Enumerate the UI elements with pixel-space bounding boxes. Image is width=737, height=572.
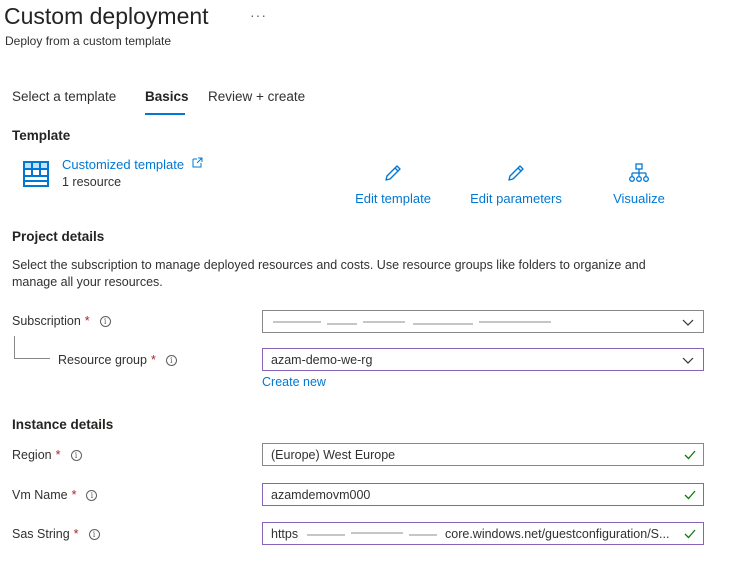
chevron-down-icon bbox=[682, 319, 694, 326]
required-marker: * bbox=[55, 448, 61, 462]
customized-template-link[interactable]: Customized template bbox=[62, 156, 203, 174]
instance-details-title: Instance details bbox=[12, 417, 114, 432]
resource-group-value: azam-demo-we-rg bbox=[271, 353, 373, 367]
required-marker: * bbox=[71, 488, 77, 502]
resource-group-dropdown[interactable]: azam-demo-we-rg bbox=[262, 348, 704, 371]
required-marker: * bbox=[150, 353, 156, 367]
sas-string-label: Sas String bbox=[12, 527, 70, 541]
checkmark-icon bbox=[684, 450, 696, 460]
tab-basics[interactable]: Basics bbox=[145, 89, 189, 104]
resource-group-label: Resource group bbox=[58, 353, 147, 367]
subscription-label-row: Subscription * i bbox=[12, 314, 111, 328]
sas-string-suffix: core.windows.net/guestconfiguration/S... bbox=[445, 527, 670, 541]
pencil-icon bbox=[385, 165, 401, 181]
redacted-text bbox=[351, 532, 403, 534]
tab-select-template[interactable]: Select a template bbox=[12, 89, 116, 104]
more-options-icon[interactable]: ··· bbox=[250, 7, 267, 23]
vm-name-label: Vm Name bbox=[12, 488, 68, 502]
info-icon[interactable]: i bbox=[86, 490, 98, 501]
vm-name-value: azamdemovm000 bbox=[271, 488, 371, 502]
subscription-label: Subscription bbox=[12, 314, 81, 328]
tab-review-create[interactable]: Review + create bbox=[208, 89, 305, 104]
active-tab-indicator bbox=[145, 113, 185, 115]
required-marker: * bbox=[84, 314, 90, 328]
page-title: Custom deployment bbox=[4, 3, 209, 29]
region-dropdown[interactable]: (Europe) West Europe bbox=[262, 443, 704, 466]
redacted-text bbox=[327, 323, 357, 325]
customized-template-label[interactable]: Customized template bbox=[62, 157, 184, 172]
redacted-text bbox=[409, 534, 437, 536]
vm-name-label-row: Vm Name * i bbox=[12, 488, 98, 502]
edit-parameters-button[interactable]: Edit parameters bbox=[470, 162, 562, 206]
sas-string-prefix: https bbox=[271, 527, 299, 541]
template-section-title: Template bbox=[12, 128, 71, 143]
sas-string-label-row: Sas String * i bbox=[12, 527, 100, 541]
project-details-description: Select the subscription to manage deploy… bbox=[12, 258, 646, 289]
vm-name-input[interactable]: azamdemovm000 bbox=[262, 483, 704, 506]
external-link-icon bbox=[192, 157, 203, 168]
page-subtitle: Deploy from a custom template bbox=[5, 34, 172, 48]
edit-template-button[interactable]: Edit template bbox=[354, 162, 432, 206]
region-label-row: Region * i bbox=[12, 448, 82, 462]
redacted-text bbox=[479, 321, 551, 323]
info-icon[interactable]: i bbox=[88, 529, 100, 540]
create-new-link[interactable]: Create new bbox=[262, 375, 326, 389]
hierarchy-icon bbox=[629, 163, 649, 182]
resource-count: 1 resource bbox=[62, 175, 122, 189]
edit-template-label[interactable]: Edit template bbox=[354, 191, 432, 206]
info-icon[interactable]: i bbox=[99, 316, 111, 327]
resource-group-label-row: Resource group * i bbox=[58, 353, 177, 367]
tree-connector bbox=[14, 358, 50, 359]
info-icon[interactable]: i bbox=[165, 355, 177, 366]
tree-connector bbox=[14, 336, 15, 358]
template-grid-icon bbox=[23, 161, 49, 187]
visualize-label[interactable]: Visualize bbox=[612, 191, 666, 206]
pencil-icon bbox=[508, 165, 524, 181]
region-value: (Europe) West Europe bbox=[271, 448, 396, 462]
redacted-text bbox=[273, 321, 321, 323]
sas-string-input[interactable]: https core.windows.net/guestconfiguratio… bbox=[262, 522, 704, 545]
info-icon[interactable]: i bbox=[70, 450, 82, 461]
redacted-text bbox=[413, 323, 473, 325]
required-marker: * bbox=[73, 527, 79, 541]
region-label: Region bbox=[12, 448, 52, 462]
redacted-text bbox=[307, 534, 345, 536]
checkmark-icon bbox=[684, 529, 696, 539]
checkmark-icon bbox=[684, 490, 696, 500]
visualize-button[interactable]: Visualize bbox=[612, 162, 666, 206]
edit-parameters-label[interactable]: Edit parameters bbox=[470, 191, 562, 206]
subscription-dropdown[interactable] bbox=[262, 310, 704, 333]
project-details-title: Project details bbox=[12, 229, 105, 244]
redacted-text bbox=[363, 321, 405, 323]
chevron-down-icon bbox=[682, 357, 694, 364]
